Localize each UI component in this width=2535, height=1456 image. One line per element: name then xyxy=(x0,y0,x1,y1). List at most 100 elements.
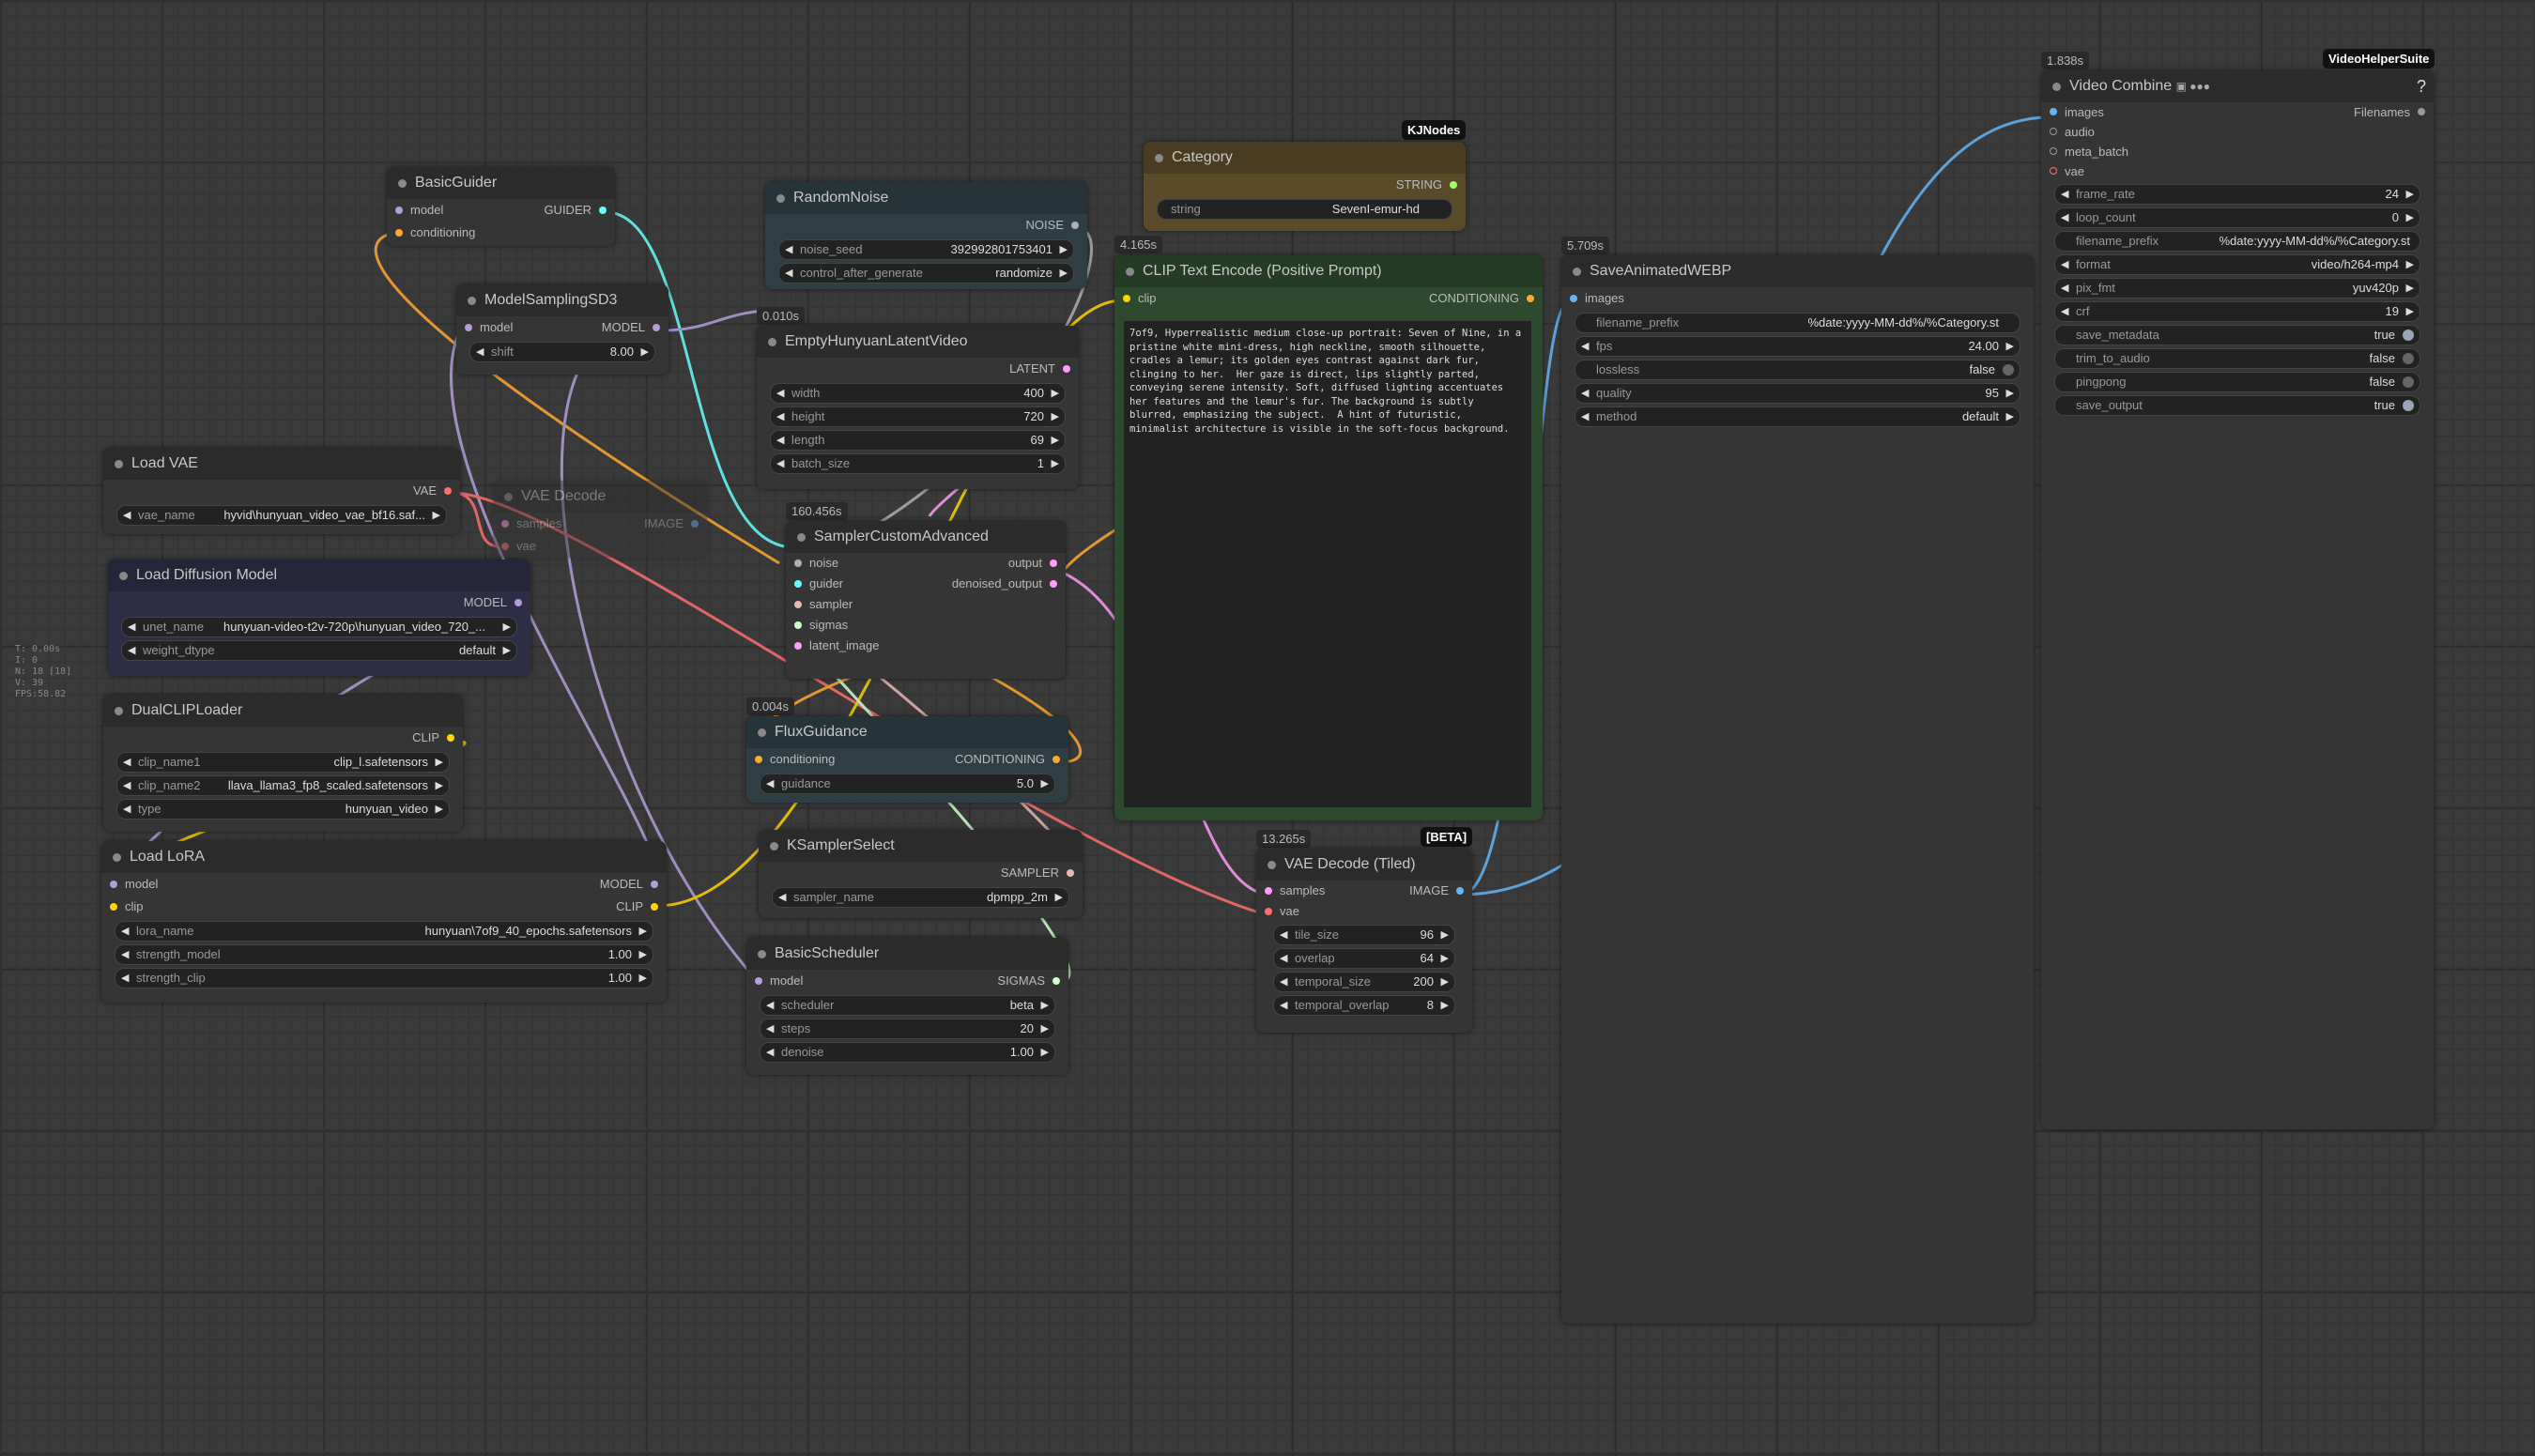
widget-type[interactable]: type hunyuan_video xyxy=(116,799,450,820)
output-conditioning[interactable]: CONDITIONING xyxy=(955,748,1060,771)
widget-overlap[interactable]: overlap 64 xyxy=(1273,948,1455,969)
widget-vae-name[interactable]: vae_name hyvid\hunyuan_video_vae_bf16.saf… xyxy=(116,505,447,526)
node-title[interactable]: CLIP Text Encode (Positive Prompt) xyxy=(1114,255,1543,287)
node-title[interactable]: Load VAE xyxy=(103,448,460,480)
input-meta-batch[interactable]: meta_batch xyxy=(2050,142,2128,161)
output-model[interactable]: MODEL xyxy=(600,873,658,896)
input-samples[interactable]: samples xyxy=(501,513,561,535)
output-filenames[interactable]: Filenames xyxy=(2354,102,2425,122)
node-load-lora[interactable]: Load LoRA model MODEL clip CLIP lora_name h… xyxy=(101,841,667,1003)
widget-filename-prefix[interactable]: filename_prefix %date:yyyy-MM-dd%/%Catego… xyxy=(1575,313,2020,333)
input-guider[interactable]: guider xyxy=(794,574,843,594)
help-button[interactable]: ? xyxy=(2417,70,2426,102)
widget-height[interactable]: height 720 xyxy=(770,406,1066,427)
node-title[interactable]: VAE Decode (Tiled) xyxy=(1256,849,1472,881)
widget-tile-size[interactable]: tile_size 96 xyxy=(1273,925,1455,945)
node-title[interactable]: Category xyxy=(1144,142,1466,174)
input-sampler[interactable]: sampler xyxy=(794,594,853,615)
node-clip-text-encode[interactable]: CLIP Text Encode (Positive Prompt) clip C… xyxy=(1114,255,1543,820)
output-conditioning[interactable]: CONDITIONING xyxy=(1429,287,1534,310)
widget-fps[interactable]: fps 24.00 xyxy=(1575,336,2020,357)
input-model[interactable]: model xyxy=(465,316,513,339)
input-clip[interactable]: clip xyxy=(1123,287,1157,310)
input-images[interactable]: images xyxy=(2050,102,2104,122)
widget-temporal-size[interactable]: temporal_size 200 xyxy=(1273,972,1455,992)
node-model-sampling-sd3[interactable]: ModelSamplingSD3 model MODEL shift 8.00 xyxy=(456,284,668,375)
output-output[interactable]: output xyxy=(1008,553,1057,574)
output-latent[interactable]: LATENT xyxy=(1009,358,1070,380)
node-title[interactable]: EmptyHunyuanLatentVideo xyxy=(757,326,1079,358)
node-title[interactable]: VAE Decode xyxy=(493,481,707,513)
output-clip[interactable]: CLIP xyxy=(616,896,658,918)
node-random-noise[interactable]: RandomNoise NOISE noise_seed 392992801753… xyxy=(765,182,1087,289)
widget-strength-clip[interactable]: strength_clip 1.00 xyxy=(115,968,653,989)
output-clip[interactable]: CLIP xyxy=(412,727,454,749)
node-basic-guider[interactable]: BasicGuider model GUIDER conditioning xyxy=(387,167,615,246)
widget-control-after-generate[interactable]: control_after_generate randomize xyxy=(778,263,1074,284)
widget-save-metadata[interactable]: save_metadata true xyxy=(2054,325,2420,345)
output-noise[interactable]: NOISE xyxy=(1026,214,1079,237)
node-title[interactable]: Video Combine ▣ ●●●? xyxy=(2041,70,2434,102)
output-sigmas[interactable]: SIGMAS xyxy=(997,970,1060,992)
node-title[interactable]: RandomNoise xyxy=(765,182,1087,214)
widget-strength-model[interactable]: strength_model 1.00 xyxy=(115,944,653,965)
output-image[interactable]: IMAGE xyxy=(1409,881,1464,901)
widget-pingpong[interactable]: pingpong false xyxy=(2054,372,2420,392)
node-title[interactable]: Load Diffusion Model xyxy=(108,559,530,591)
node-vae-decode-tiled[interactable]: VAE Decode (Tiled) samples IMAGE vae tile… xyxy=(1256,849,1472,1033)
widget-clip-name2[interactable]: clip_name2 llava_llama3_fp8_scaled.safete… xyxy=(116,775,450,796)
widget-scheduler[interactable]: scheduler beta xyxy=(760,995,1055,1016)
widget-sampler-name[interactable]: sampler_name dpmpp_2m xyxy=(772,887,1069,908)
input-clip[interactable]: clip xyxy=(110,896,144,918)
input-sigmas[interactable]: sigmas xyxy=(794,615,848,636)
output-sampler[interactable]: SAMPLER xyxy=(1001,862,1074,884)
node-title[interactable]: SamplerCustomAdvanced xyxy=(786,521,1066,553)
node-title[interactable]: BasicScheduler xyxy=(746,938,1068,970)
output-vae[interactable]: VAE xyxy=(413,480,452,502)
widget-quality[interactable]: quality 95 xyxy=(1575,383,2020,404)
node-title[interactable]: Load LoRA xyxy=(101,841,667,873)
widget-lora-name[interactable]: lora_name hunyuan\7of9_40_epochs.safetens… xyxy=(115,921,653,942)
output-image[interactable]: IMAGE xyxy=(644,513,699,535)
widget-guidance[interactable]: guidance 5.0 xyxy=(760,774,1055,794)
widget-batch-size[interactable]: batch_size 1 xyxy=(770,453,1066,474)
widget-loop-count[interactable]: loop_count 0 xyxy=(2054,207,2420,228)
output-denoised[interactable]: denoised_output xyxy=(952,574,1057,594)
input-images[interactable]: images xyxy=(1570,287,1624,310)
node-ksampler-select[interactable]: KSamplerSelect SAMPLER sampler_name dpmpp… xyxy=(759,830,1083,918)
widget-noise-seed[interactable]: noise_seed 392992801753401 xyxy=(778,239,1074,260)
node-title[interactable]: KSamplerSelect xyxy=(759,830,1083,862)
widget-lossless[interactable]: lossless false xyxy=(1575,360,2020,380)
input-noise[interactable]: noise xyxy=(794,553,838,574)
input-vae[interactable]: vae xyxy=(2050,161,2084,181)
input-vae[interactable]: vae xyxy=(1265,901,1299,922)
widget-unet-name[interactable]: unet_name hunyuan-video-t2v-720p\hunyuan_… xyxy=(121,617,517,637)
node-save-animated-webp[interactable]: SaveAnimatedWEBP images filename_prefix%… xyxy=(1561,255,2034,1324)
widget-weight-dtype[interactable]: weight_dtype default xyxy=(121,640,517,661)
input-samples[interactable]: samples xyxy=(1265,881,1325,901)
widget-width[interactable]: width 400 xyxy=(770,383,1066,404)
output-guider[interactable]: GUIDER xyxy=(544,199,607,222)
widget-filename-prefix[interactable]: filename_prefix %date:yyyy-MM-dd%/%Catego… xyxy=(2054,231,2420,252)
widget-length[interactable]: length 69 xyxy=(770,430,1066,451)
output-model[interactable]: MODEL xyxy=(602,316,660,339)
output-string[interactable]: STRING xyxy=(1396,174,1457,196)
node-sampler-custom-advanced[interactable]: SamplerCustomAdvanced noise output guider… xyxy=(786,521,1066,679)
node-video-combine[interactable]: Video Combine ▣ ●●●? images Filenames aud… xyxy=(2041,70,2434,1129)
widget-pix-fmt[interactable]: pix_fmt yuv420p xyxy=(2054,278,2420,299)
node-load-diffusion-model[interactable]: Load Diffusion Model MODEL unet_name huny… xyxy=(108,559,530,676)
widget-temporal-overlap[interactable]: temporal_overlap 8 xyxy=(1273,995,1455,1016)
node-title[interactable]: BasicGuider xyxy=(387,167,615,199)
node-flux-guidance[interactable]: FluxGuidance conditioning CONDITIONING gu… xyxy=(746,716,1068,803)
input-latent-image[interactable]: latent_image xyxy=(794,636,879,656)
node-basic-scheduler[interactable]: BasicScheduler model SIGMAS scheduler beta… xyxy=(746,938,1068,1075)
input-vae[interactable]: vae xyxy=(501,535,536,558)
widget-trim-to-audio[interactable]: trim_to_audio false xyxy=(2054,348,2420,369)
node-dual-clip-loader[interactable]: DualCLIPLoader CLIP clip_name1 clip_l.saf… xyxy=(103,695,463,832)
widget-clip-name1[interactable]: clip_name1 clip_l.safetensors xyxy=(116,752,450,773)
node-load-vae[interactable]: Load VAE VAE vae_name hyvid\hunyuan_video… xyxy=(103,448,460,534)
node-title[interactable]: FluxGuidance xyxy=(746,716,1068,748)
input-conditioning[interactable]: conditioning xyxy=(755,748,835,771)
node-title[interactable]: ModelSamplingSD3 xyxy=(456,284,668,316)
input-model[interactable]: model xyxy=(395,199,443,222)
